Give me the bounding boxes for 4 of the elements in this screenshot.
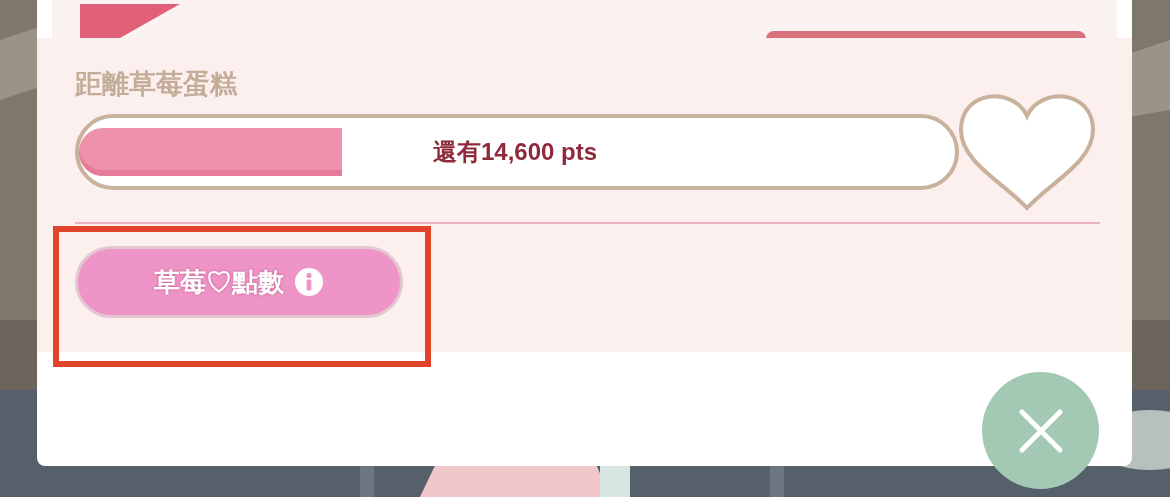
goal-label: 距離草莓蛋糕 <box>75 68 239 101</box>
remaining-points: 還有14,600 pts <box>433 137 598 167</box>
info-icon[interactable] <box>294 267 324 297</box>
points-button[interactable]: 草莓♡點數 <box>75 246 403 318</box>
